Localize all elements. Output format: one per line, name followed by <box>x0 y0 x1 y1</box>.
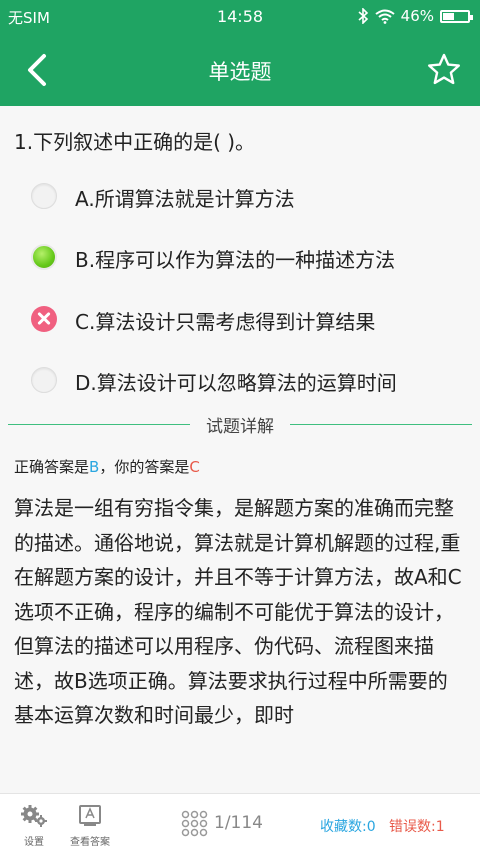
question-text: 1.下列叙述中正确的是( )。 <box>14 130 256 154</box>
option-c[interactable]: C.算法设计只需考虑得到计算结果 <box>0 294 480 344</box>
settings-button[interactable]: 设置 <box>12 804 56 848</box>
bottom-toolbar: 设置 查看答案 1/114 收藏数:0 错误数:1 <box>0 793 480 854</box>
answer-card-icon <box>79 805 101 826</box>
answer-summary: 正确答案是B，你的答案是C <box>14 456 200 477</box>
option-b[interactable]: B.程序可以作为算法的一种描述方法 <box>0 232 480 282</box>
your-answer: C <box>189 458 200 476</box>
battery-level <box>443 12 455 20</box>
gear-icon <box>21 805 47 827</box>
favorites-count[interactable]: 收藏数:0 <box>320 816 376 836</box>
option-label: D.算法设计可以忽略算法的运算时间 <box>75 371 397 395</box>
option-d[interactable]: D.算法设计可以忽略算法的运算时间 <box>0 355 480 405</box>
nav-bar: 单选题 <box>0 32 480 106</box>
wifi-icon <box>375 9 395 24</box>
page-indicator[interactable]: 1/114 <box>214 813 263 833</box>
option-label: A.所谓算法就是计算方法 <box>75 187 295 211</box>
star-outline-icon[interactable] <box>426 52 462 88</box>
battery-icon <box>440 9 473 23</box>
correct-answer-prefix: 正确答案是 <box>14 458 90 476</box>
correct-answer: B <box>89 458 100 476</box>
view-answer-label: 查看答案 <box>70 837 110 848</box>
errors-count[interactable]: 错误数:1 <box>389 816 445 836</box>
radio-wrong-icon <box>31 306 57 332</box>
your-answer-prefix: ，你的答案是 <box>99 458 190 476</box>
radio-correct-icon <box>31 244 57 270</box>
explanation-heading: 试题详解 <box>190 412 290 437</box>
page-title: 单选题 <box>208 60 272 84</box>
battery-percent: 46% <box>400 7 434 25</box>
explanation-text: 算法是一组有穷指令集，是解题方案的准确而完整的描述。通俗地说，算法就是计算机解题… <box>14 496 462 727</box>
option-a[interactable]: A.所谓算法就是计算方法 <box>0 171 480 221</box>
question-grid-icon[interactable] <box>181 810 208 837</box>
status-icons: 46% <box>357 7 473 25</box>
settings-label: 设置 <box>24 837 44 848</box>
radio-unselected-icon <box>31 183 57 209</box>
option-label: C.算法设计只需考虑得到计算结果 <box>75 310 376 334</box>
status-bar: 无SIM 14:58 46% <box>0 0 480 32</box>
view-answer-button[interactable]: 查看答案 <box>68 804 112 848</box>
bluetooth-icon <box>358 8 368 24</box>
option-label: B.程序可以作为算法的一种描述方法 <box>75 248 396 272</box>
radio-unselected-icon <box>31 367 57 393</box>
question-content: 1.下列叙述中正确的是( )。 A.所谓算法就是计算方法 B.程序可以作为算法的… <box>0 106 480 793</box>
